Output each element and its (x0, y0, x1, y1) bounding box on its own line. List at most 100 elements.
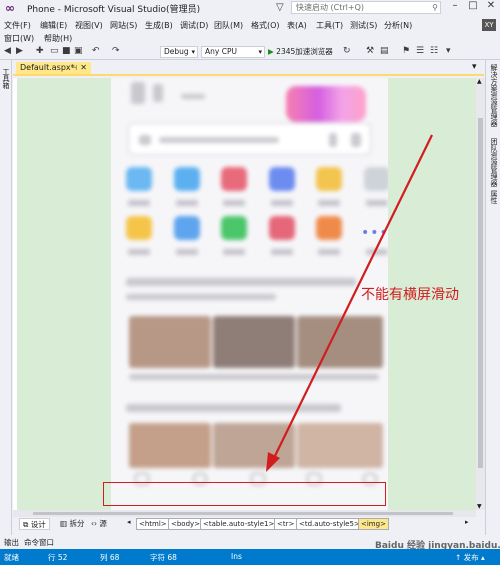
refresh-icon[interactable]: ↻ (343, 46, 351, 56)
search-icon: ⚲ (432, 3, 438, 12)
status-insert-mode: Ins (231, 552, 242, 561)
split-view-label: 拆分 (69, 519, 85, 528)
tab-default-aspx[interactable]: Default.aspx* ⊣ ✕ (16, 62, 91, 74)
more-icon: ••• (361, 225, 388, 241)
configuration-select[interactable]: Debug ▾ (160, 46, 198, 58)
menu-build[interactable]: 生成(B) (145, 20, 173, 31)
mobile-page-preview: ••• (111, 78, 388, 510)
quick-launch-input[interactable]: 快速启动 (Ctrl+Q) ⚲ (291, 1, 441, 14)
status-line: 行 52 (48, 553, 68, 562)
command-window-tab[interactable]: 命令窗口 (24, 537, 54, 548)
header-logo (286, 86, 366, 122)
status-char: 字符 68 (150, 553, 177, 562)
breadcrumb-item-selected[interactable]: <img> (358, 518, 389, 530)
vertical-scrollbar[interactable]: ▲ ▼ (476, 78, 485, 510)
window-title: Phone - Microsoft Visual Studio(管理员) (27, 4, 201, 15)
platform-select[interactable]: Any CPU ▾ (201, 46, 265, 58)
menu-test[interactable]: 测试(S) (350, 20, 377, 31)
horizontal-scroll-thumb[interactable] (33, 512, 453, 515)
chevron-down-icon: ▾ (258, 48, 262, 56)
save-all-icon[interactable]: ▣ (74, 46, 83, 56)
page-margin-left (17, 78, 111, 510)
bookmark-icon[interactable]: ⚑ (402, 46, 410, 56)
navigate-back-icon[interactable]: ◀ (4, 46, 11, 56)
status-column: 列 68 (100, 553, 120, 562)
start-debugging-button[interactable]: ▶ 2345加速浏览器 (268, 46, 333, 57)
view-mode-bar: ⧉ 设计 ▥ 拆分 ‹› 源 ◂ <html> <body> <table.au… (13, 517, 476, 531)
undo-icon[interactable]: ↶ (92, 46, 100, 56)
source-view-label: 源 (99, 519, 107, 528)
split-view-button[interactable]: ▥ 拆分 (57, 518, 87, 530)
design-view-label: 设计 (30, 520, 46, 529)
run-target-label: 2345加速浏览器 (276, 47, 333, 56)
platform-value: Any CPU (205, 47, 237, 56)
menu-team[interactable]: 团队(M) (214, 20, 243, 31)
vertical-scroll-thumb[interactable] (478, 118, 483, 468)
menu-website[interactable]: 网站(S) (110, 20, 137, 31)
toolbox-tab[interactable]: 工具箱 (1, 68, 11, 89)
play-icon: ▶ (268, 47, 274, 56)
close-button[interactable]: ✕ (482, 0, 500, 14)
standard-toolbar: ◀ ▶ ✚ ▭ ■ ▣ ↶ ↷ Debug ▾ Any CPU ▾ ▶ 2345… (0, 44, 500, 60)
menu-view[interactable]: 视图(V) (75, 20, 103, 31)
breadcrumb-item[interactable]: <table.auto-style1> (200, 518, 278, 530)
menu-window[interactable]: 窗口(W) (4, 33, 34, 44)
menu-tools[interactable]: 工具(T) (316, 20, 343, 31)
chevron-down-icon: ▾ (191, 48, 195, 56)
solution-explorer-tab[interactable]: 解决方案资源管理器 (489, 64, 499, 127)
menu-bar: 文件(F) 编辑(E) 视图(V) 网站(S) 生成(B) 调试(D) 团队(M… (0, 16, 500, 44)
notification-filter-icon[interactable]: ▽ (276, 2, 284, 13)
configuration-value: Debug (164, 47, 189, 56)
pin-icon[interactable]: ⊣ (71, 62, 77, 74)
navigate-forward-icon[interactable]: ▶ (16, 46, 23, 56)
menu-edit[interactable]: 编辑(E) (40, 20, 67, 31)
menu-format[interactable]: 格式(O) (251, 20, 280, 31)
breadcrumb-next-icon[interactable]: ▸ (465, 518, 469, 526)
publish-status-button[interactable]: ↑ 发布 ▴ (455, 552, 485, 563)
toolbar-overflow-icon[interactable]: ▾ (446, 46, 451, 56)
uncomment-icon[interactable]: ☷ (430, 46, 438, 56)
scroll-down-icon[interactable]: ▼ (477, 503, 482, 510)
comment-icon[interactable]: ☰ (416, 46, 424, 56)
breadcrumb-prev-icon[interactable]: ◂ (127, 518, 131, 526)
breadcrumb-item[interactable]: <html> (136, 518, 170, 530)
source-view-icon: ‹› (91, 519, 97, 528)
redo-icon[interactable]: ↷ (112, 46, 120, 56)
design-view-icon: ⧉ (23, 520, 29, 529)
tab-title: Default.aspx* (20, 63, 75, 72)
menu-table[interactable]: 表(A) (287, 20, 307, 31)
annotation-highlight-box (103, 482, 386, 506)
design-view-button[interactable]: ⧉ 设计 (19, 518, 50, 530)
new-project-icon[interactable]: ✚ (36, 46, 44, 56)
split-view-icon: ▥ (60, 519, 68, 528)
quick-launch-placeholder: 快速启动 (Ctrl+Q) (296, 3, 365, 12)
format-icon[interactable]: ▤ (380, 46, 389, 56)
horizontal-scrollbar[interactable] (13, 510, 476, 517)
menu-help[interactable]: 帮助(H) (44, 33, 72, 44)
close-icon[interactable]: ✕ (80, 62, 87, 74)
user-account-badge[interactable]: XY (482, 19, 496, 31)
team-explorer-tab[interactable]: 团队资源管理器 (489, 138, 499, 187)
output-tab[interactable]: 输出 (4, 537, 19, 548)
menu-file[interactable]: 文件(F) (4, 20, 31, 31)
properties-tab[interactable]: 属性 (489, 190, 499, 204)
breadcrumb-item[interactable]: <body> (168, 518, 204, 530)
scroll-up-icon[interactable]: ▲ (477, 78, 482, 85)
tab-list-dropdown-icon[interactable]: ▾ (472, 62, 477, 72)
save-icon[interactable]: ■ (62, 46, 71, 56)
menu-debug[interactable]: 调试(D) (180, 20, 208, 31)
search-box[interactable] (128, 123, 371, 155)
publish-icon[interactable]: ⚒ (366, 46, 374, 56)
maximize-button[interactable]: □ (464, 0, 482, 14)
breadcrumb-item[interactable]: <td.auto-style5> (296, 518, 363, 530)
annotation-text: 不能有横屏滑动 (361, 287, 459, 303)
visual-studio-logo-icon: ∞ (5, 1, 15, 15)
menu-analyze[interactable]: 分析(N) (384, 20, 412, 31)
source-view-button[interactable]: ‹› 源 (88, 518, 110, 530)
right-tool-rail: 解决方案资源管理器 团队资源管理器 属性 (485, 60, 500, 535)
minimize-button[interactable]: – (446, 0, 464, 14)
breadcrumb-item[interactable]: <tr> (274, 518, 298, 530)
open-file-icon[interactable]: ▭ (50, 46, 59, 56)
document-tab-strip: Default.aspx* ⊣ ✕ ▾ (13, 62, 484, 76)
status-ready: 就绪 (4, 553, 19, 562)
